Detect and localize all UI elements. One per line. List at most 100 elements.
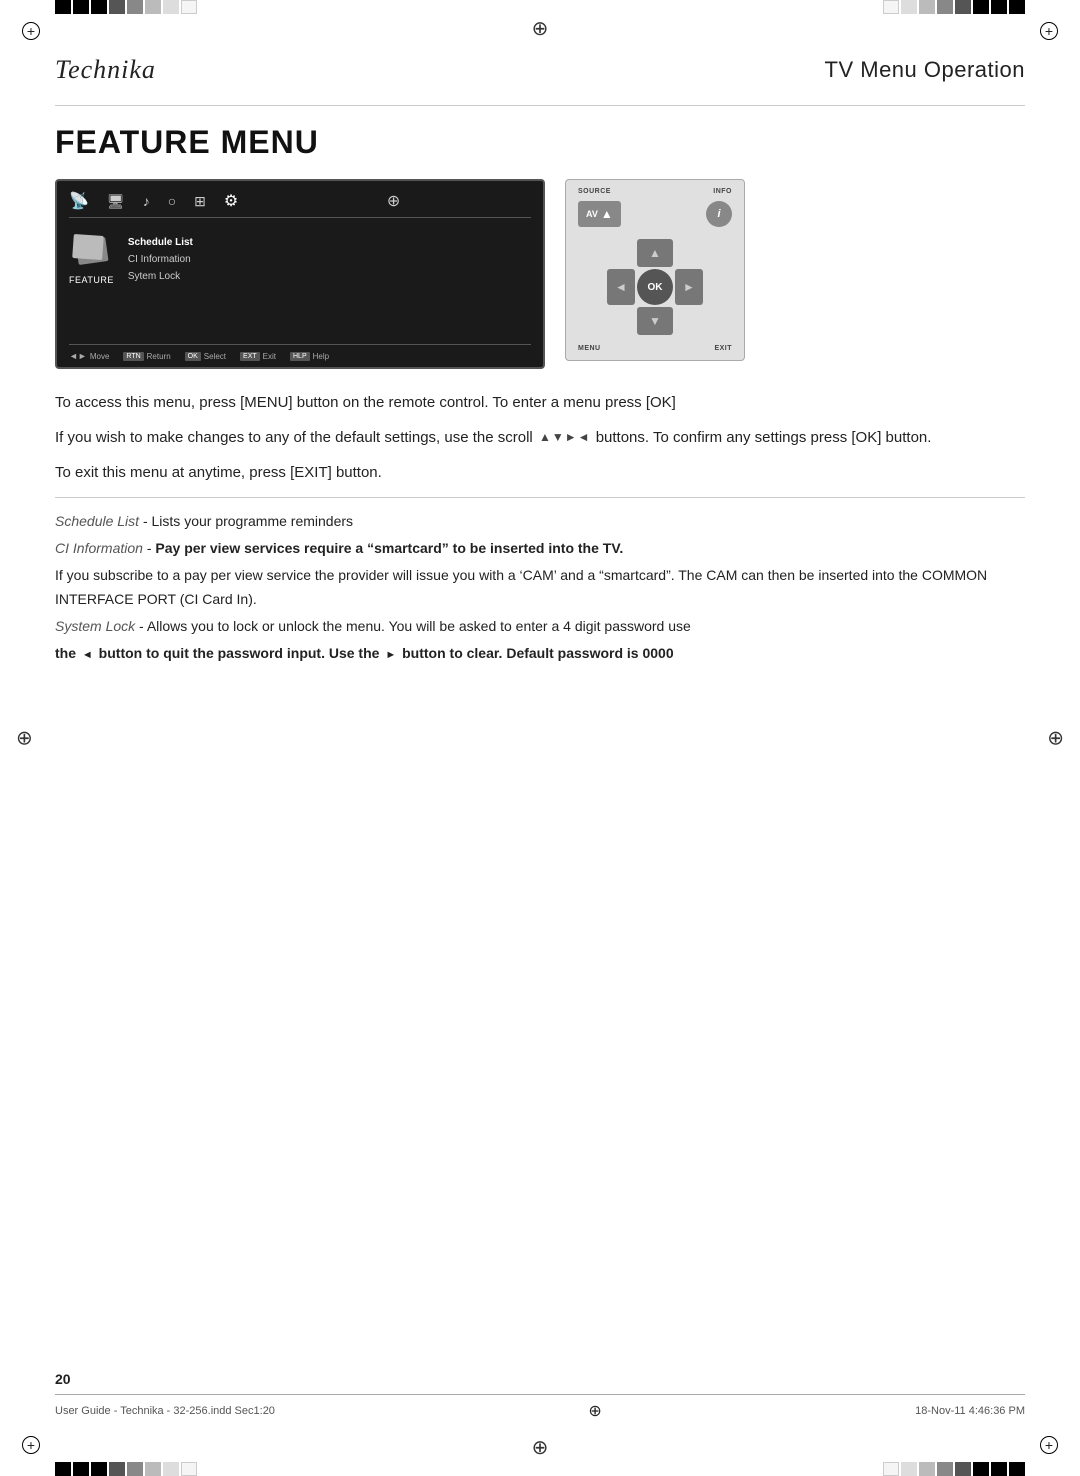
tv-help-label: Help bbox=[313, 352, 329, 361]
remote-control-mockup: SOURCE INFO AV ▲ i ▲ bbox=[565, 179, 745, 361]
tv-btn-return-icon: RTN bbox=[123, 352, 143, 361]
remote-top-labels: SOURCE INFO bbox=[574, 188, 736, 195]
schedule-dash: - bbox=[139, 513, 151, 529]
header-divider bbox=[55, 105, 1025, 106]
tv-card-front bbox=[73, 234, 105, 260]
header-title: TV Menu Operation bbox=[825, 57, 1025, 83]
tv-btn-select-icon: OK bbox=[185, 352, 201, 361]
info-button[interactable]: i bbox=[706, 201, 732, 227]
remote-nav-cross: ▲ ◄ OK ► ▼ bbox=[607, 239, 703, 335]
tv-content: FEATURE Schedule List CI Information Syt… bbox=[69, 230, 531, 344]
bleed-marks-bottom-left bbox=[55, 1462, 197, 1476]
para2: If you wish to make changes to any of th… bbox=[55, 426, 1025, 451]
schedule-term: Schedule List bbox=[55, 513, 139, 529]
para1: To access this menu, press [MENU] button… bbox=[55, 391, 1025, 416]
tv-bottom-bar: ◄► Move RTN Return OK Select EXT Exit HL… bbox=[69, 344, 531, 361]
source-label: SOURCE bbox=[578, 188, 611, 195]
syslock-dash: - bbox=[135, 618, 147, 634]
arrow-left-icon: ◄ bbox=[578, 428, 590, 448]
nav-up-button[interactable]: ▲ bbox=[637, 239, 673, 267]
tv-btn-help-icon: HLP bbox=[290, 352, 310, 361]
crosshair-top: ⊕ bbox=[532, 16, 549, 41]
ci-dash: - bbox=[143, 540, 155, 556]
nav-empty-tl bbox=[607, 239, 635, 267]
nav-right-button[interactable]: ► bbox=[675, 269, 703, 305]
bleed-marks-top-left bbox=[55, 0, 197, 14]
tv-move-label: Move bbox=[90, 352, 110, 361]
arrow-right-btn-icon: ► bbox=[385, 649, 396, 661]
arrow-left-btn-icon: ◄ bbox=[82, 649, 93, 661]
ok-button[interactable]: OK bbox=[637, 269, 673, 305]
registration-mark-bottom-right bbox=[1040, 1436, 1058, 1454]
registration-mark-top-right bbox=[1040, 22, 1058, 40]
brand-logo: Technika bbox=[55, 55, 156, 85]
description-list: Schedule List - Lists your programme rem… bbox=[55, 510, 1025, 665]
syslock-post: button to clear. Default password is 000… bbox=[402, 645, 674, 661]
remote-av-info-row: AV ▲ i bbox=[574, 201, 736, 227]
syslock-term: System Lock bbox=[55, 618, 135, 634]
tv-bottom-exit: EXT Exit bbox=[240, 352, 276, 361]
remote-image: SOURCE INFO AV ▲ i ▲ bbox=[565, 179, 745, 361]
tv-menu-item-schedule: Schedule List bbox=[128, 234, 193, 251]
tv-return-label: Return bbox=[147, 352, 171, 361]
page-number: 20 bbox=[55, 1371, 71, 1387]
tv-icon-music: ♪ bbox=[143, 193, 150, 209]
tv-icon-gear: ⚙ bbox=[224, 191, 238, 211]
section-divider bbox=[55, 497, 1025, 498]
registration-mark-bottom-left bbox=[22, 1436, 40, 1454]
bleed-marks-bottom-right bbox=[883, 1462, 1025, 1476]
tv-exit-label: Exit bbox=[263, 352, 276, 361]
bleed-marks-top-right bbox=[883, 0, 1025, 14]
menu-label: MENU bbox=[578, 345, 601, 352]
desc-ci-info: CI Information - Pay per view services r… bbox=[55, 537, 1025, 560]
tv-icon-timer: ○ bbox=[168, 193, 176, 209]
tv-bottom-return: RTN Return bbox=[123, 352, 170, 361]
nav-empty-tr bbox=[675, 239, 703, 267]
tv-bottom-move: ◄► Move bbox=[69, 351, 109, 361]
arrow-up-icon: ▲ bbox=[539, 428, 551, 448]
syslock-mid: button to quit the password input. Use t… bbox=[99, 645, 380, 661]
syslock-pre: the bbox=[55, 645, 76, 661]
arrow-right-icon: ► bbox=[565, 428, 577, 448]
ci-term: CI Information bbox=[55, 540, 143, 556]
exit-label: EXIT bbox=[714, 345, 732, 352]
tv-select-label: Select bbox=[204, 352, 226, 361]
footer-right: 18-Nov-11 4:46:36 PM bbox=[915, 1405, 1025, 1417]
av-button[interactable]: AV ▲ bbox=[578, 201, 621, 227]
tv-bottom-help: HLP Help bbox=[290, 352, 329, 361]
tv-menu-item-ci: CI Information bbox=[128, 251, 193, 268]
arrow-down-icon: ▼ bbox=[552, 428, 564, 448]
tv-feature-icon: FEATURE bbox=[69, 235, 114, 285]
schedule-desc: Lists your programme reminders bbox=[152, 513, 354, 529]
remote-bottom-labels: MENU EXIT bbox=[574, 345, 736, 352]
section-heading: FEATURE MENU bbox=[55, 124, 1025, 161]
page-footer: User Guide - Technika - 32-256.indd Sec1… bbox=[55, 1394, 1025, 1421]
info-label: INFO bbox=[713, 188, 732, 195]
tv-icon-tv: 🖥 bbox=[107, 193, 125, 210]
page-header: Technika TV Menu Operation bbox=[55, 55, 1025, 93]
page-content: Technika TV Menu Operation FEATURE MENU … bbox=[55, 55, 1025, 1421]
desc-schedule-list: Schedule List - Lists your programme rem… bbox=[55, 510, 1025, 533]
tv-feature-label: FEATURE bbox=[69, 275, 114, 285]
ci-desc: Pay per view services require a “smartca… bbox=[155, 540, 623, 556]
crosshair-bottom: ⊕ bbox=[532, 1435, 549, 1460]
crosshair-left: ⊕ bbox=[16, 726, 33, 751]
tv-bottom-select: OK Select bbox=[185, 352, 226, 361]
tv-crosshair: ⊕ bbox=[256, 191, 531, 211]
crosshair-right: ⊕ bbox=[1047, 726, 1064, 751]
desc-system-lock-line2: the ◄ button to quit the password input.… bbox=[55, 642, 1025, 665]
up-arrow-icon: ▲ bbox=[601, 207, 613, 221]
tv-screen-mockup: 📡 🖥 ♪ ○ ⊞ ⚙ ⊕ FEATURE bbox=[55, 179, 545, 369]
tv-btn-exit-icon: EXT bbox=[240, 352, 260, 361]
desc-system-lock-line1: System Lock - Allows you to lock or unlo… bbox=[55, 615, 1025, 638]
tv-icon-stack bbox=[69, 235, 113, 271]
nav-left-button[interactable]: ◄ bbox=[607, 269, 635, 305]
tv-menu-bar: 📡 🖥 ♪ ○ ⊞ ⚙ ⊕ bbox=[69, 191, 531, 218]
footer-left: User Guide - Technika - 32-256.indd Sec1… bbox=[55, 1405, 275, 1417]
registration-mark-top-left bbox=[22, 22, 40, 40]
footer-crosshair: ⊕ bbox=[588, 1401, 601, 1421]
syslock-desc: Allows you to lock or unlock the menu. Y… bbox=[147, 618, 691, 634]
nav-down-button[interactable]: ▼ bbox=[637, 307, 673, 335]
av-label: AV bbox=[586, 209, 598, 219]
tv-icon-grid: ⊞ bbox=[194, 193, 206, 210]
